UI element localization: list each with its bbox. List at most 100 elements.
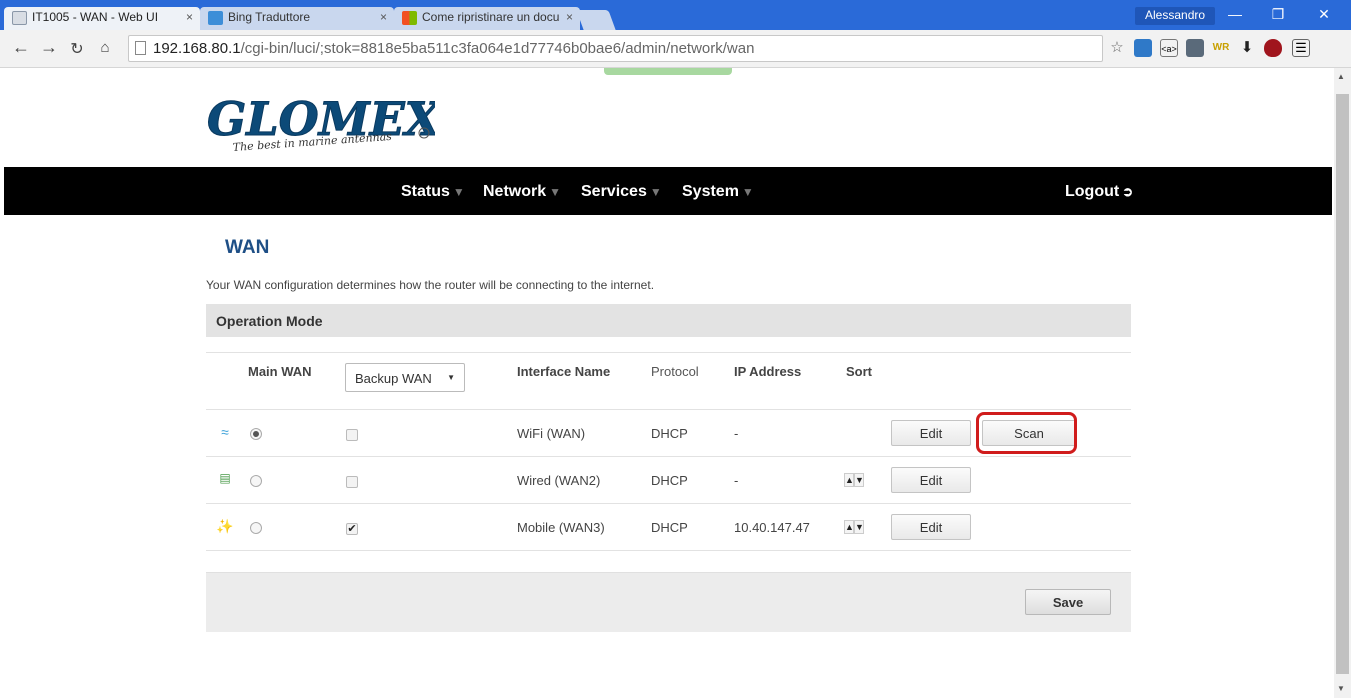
ip-address: - xyxy=(734,473,739,488)
header-sort: Sort xyxy=(846,364,872,379)
sort-down-icon[interactable]: ▼ xyxy=(854,520,864,534)
nav-services[interactable]: Services ▼ xyxy=(581,183,662,201)
table-header: Main WAN Backup WAN ▼ Interface Name Pro… xyxy=(206,352,1131,410)
close-window-icon[interactable]: ✕ xyxy=(1310,6,1338,23)
nav-system[interactable]: System ▼ xyxy=(682,183,754,201)
profile-badge[interactable]: Alessandro xyxy=(1135,7,1216,25)
nav-label: Status xyxy=(401,183,450,200)
scroll-up-icon[interactable]: ▲ xyxy=(1337,72,1345,81)
tab-bing-traduttore[interactable]: Bing Traduttore × xyxy=(200,7,394,30)
bookmark-star-icon[interactable]: ☆ xyxy=(1108,39,1126,57)
nav-label: Network xyxy=(483,183,547,200)
logout-label: Logout xyxy=(1065,183,1120,200)
tab-wan-web-ui[interactable]: IT1005 - WAN - Web UI × xyxy=(4,7,200,30)
select-arrow-icon: ▼ xyxy=(447,373,455,382)
interface-name: Mobile (WAN3) xyxy=(517,520,605,535)
extension-wr-icon[interactable]: WR xyxy=(1212,39,1230,57)
reload-icon[interactable]: ↻ xyxy=(66,39,88,59)
ip-address: 10.40.147.47 xyxy=(734,520,810,535)
edit-button[interactable]: Edit xyxy=(891,467,971,493)
edit-button[interactable]: Edit xyxy=(891,420,971,446)
protocol: DHCP xyxy=(651,426,688,441)
backup-wan-checkbox[interactable] xyxy=(346,476,358,488)
header-protocol: Protocol xyxy=(651,364,699,379)
logout-link[interactable]: Logout ➲ xyxy=(1065,183,1133,201)
logout-icon: ➲ xyxy=(1122,184,1134,199)
download-icon[interactable]: ⬇ xyxy=(1238,39,1256,57)
url-path: /cgi-bin/luci/;stok=8818e5ba511c3fa064e1… xyxy=(240,40,755,57)
scan-highlight-annotation xyxy=(976,412,1077,454)
sort-up-icon[interactable]: ▲ xyxy=(844,520,854,534)
caret-down-icon: ▼ xyxy=(741,185,754,199)
edit-button[interactable]: Edit xyxy=(891,514,971,540)
form-footer: Save xyxy=(206,572,1131,632)
select-value: Backup WAN xyxy=(355,371,432,386)
header-interface-name: Interface Name xyxy=(517,364,611,379)
scrollbar-thumb[interactable] xyxy=(1336,94,1349,674)
mobile-antenna-icon: ✨ xyxy=(216,518,234,534)
nav-network[interactable]: Network ▼ xyxy=(483,183,561,201)
wifi-icon: ≈ xyxy=(221,424,229,440)
sort-up-icon[interactable]: ▲ xyxy=(844,473,854,487)
table-row-mobile: ✨ ✔ Mobile (WAN3) DHCP 10.40.147.47 ▲ ▼ E… xyxy=(206,504,1131,551)
back-icon[interactable]: ← xyxy=(10,37,32,58)
caret-down-icon: ▼ xyxy=(649,185,662,199)
browser-toolbar: ← → ↻ ⌂ 192.168.80.1/cgi-bin/luci/;stok=… xyxy=(0,30,1351,68)
page-scrollbar[interactable]: ▲ ▼ xyxy=(1334,68,1351,698)
extension-db-icon[interactable] xyxy=(1186,39,1204,57)
extension-screen-icon[interactable] xyxy=(1134,39,1152,57)
main-navigation: Status ▼ Network ▼ Services ▼ System ▼ Logou… xyxy=(4,167,1332,215)
home-icon[interactable]: ⌂ xyxy=(94,39,116,56)
nav-label: System xyxy=(682,183,739,200)
backup-wan-select[interactable]: Backup WAN ▼ xyxy=(345,363,465,392)
minimize-icon[interactable]: — xyxy=(1221,6,1249,22)
notice-strip xyxy=(604,68,732,75)
scroll-down-icon[interactable]: ▼ xyxy=(1337,684,1345,693)
page-title: WAN xyxy=(225,237,270,258)
url-host: 192.168.80.1 xyxy=(153,40,241,57)
tab-title: Come ripristinare un docu xyxy=(422,10,560,24)
protocol: DHCP xyxy=(651,473,688,488)
main-wan-radio[interactable] xyxy=(250,475,262,487)
main-wan-radio[interactable] xyxy=(250,522,262,534)
tab-come-ripristinare[interactable]: Come ripristinare un docu × xyxy=(394,7,580,30)
forward-icon[interactable]: → xyxy=(38,37,60,58)
backup-wan-checkbox-checked[interactable]: ✔ xyxy=(346,523,358,535)
caret-down-icon: ▼ xyxy=(549,185,562,199)
browser-titlebar: IT1005 - WAN - Web UI × Bing Traduttore … xyxy=(0,0,1351,30)
page-description: Your WAN configuration determines how th… xyxy=(206,278,655,292)
restore-icon[interactable]: ❐ xyxy=(1264,6,1292,23)
new-tab-button[interactable] xyxy=(576,10,616,30)
nav-label: Services xyxy=(581,183,647,200)
save-button[interactable]: Save xyxy=(1025,589,1111,615)
glomex-logo: GLOMEX The best in marine antennas xyxy=(205,83,444,163)
tab-close-icon[interactable]: × xyxy=(380,10,387,24)
tab-title: Bing Traduttore xyxy=(228,10,311,24)
page-icon xyxy=(135,41,146,55)
router-favicon-icon xyxy=(12,11,27,25)
sort-arrows: ▲ ▼ xyxy=(844,473,866,489)
backup-wan-checkbox[interactable] xyxy=(346,429,358,441)
bing-translator-favicon-icon xyxy=(208,11,223,25)
address-bar[interactable]: 192.168.80.1/cgi-bin/luci/;stok=8818e5ba… xyxy=(128,35,1103,62)
main-wan-radio[interactable] xyxy=(250,428,262,440)
extension-a-icon[interactable]: <a> xyxy=(1160,39,1178,57)
header-ip-address: IP Address xyxy=(734,364,802,379)
sort-arrows: ▲ ▼ xyxy=(844,520,866,536)
tab-close-icon[interactable]: × xyxy=(186,10,193,24)
sort-down-icon[interactable]: ▼ xyxy=(854,473,864,487)
interface-name: WiFi (WAN) xyxy=(517,426,586,441)
protocol: DHCP xyxy=(651,520,688,535)
tab-title: IT1005 - WAN - Web UI xyxy=(32,10,159,24)
header-main-wan: Main WAN xyxy=(248,364,312,379)
nav-status[interactable]: Status ▼ xyxy=(401,183,465,201)
tab-close-icon[interactable]: × xyxy=(566,10,573,24)
menu-icon[interactable]: ☰ xyxy=(1292,39,1310,57)
ip-address: - xyxy=(734,426,739,441)
interface-name: Wired (WAN2) xyxy=(517,473,601,488)
ethernet-icon: ▤ xyxy=(219,471,231,485)
ublock-icon[interactable] xyxy=(1264,39,1282,57)
caret-down-icon: ▼ xyxy=(452,185,465,199)
table-row-wired: ▤ Wired (WAN2) DHCP - ▲ ▼ Edit xyxy=(206,457,1131,504)
microsoft-favicon-icon xyxy=(402,11,417,25)
